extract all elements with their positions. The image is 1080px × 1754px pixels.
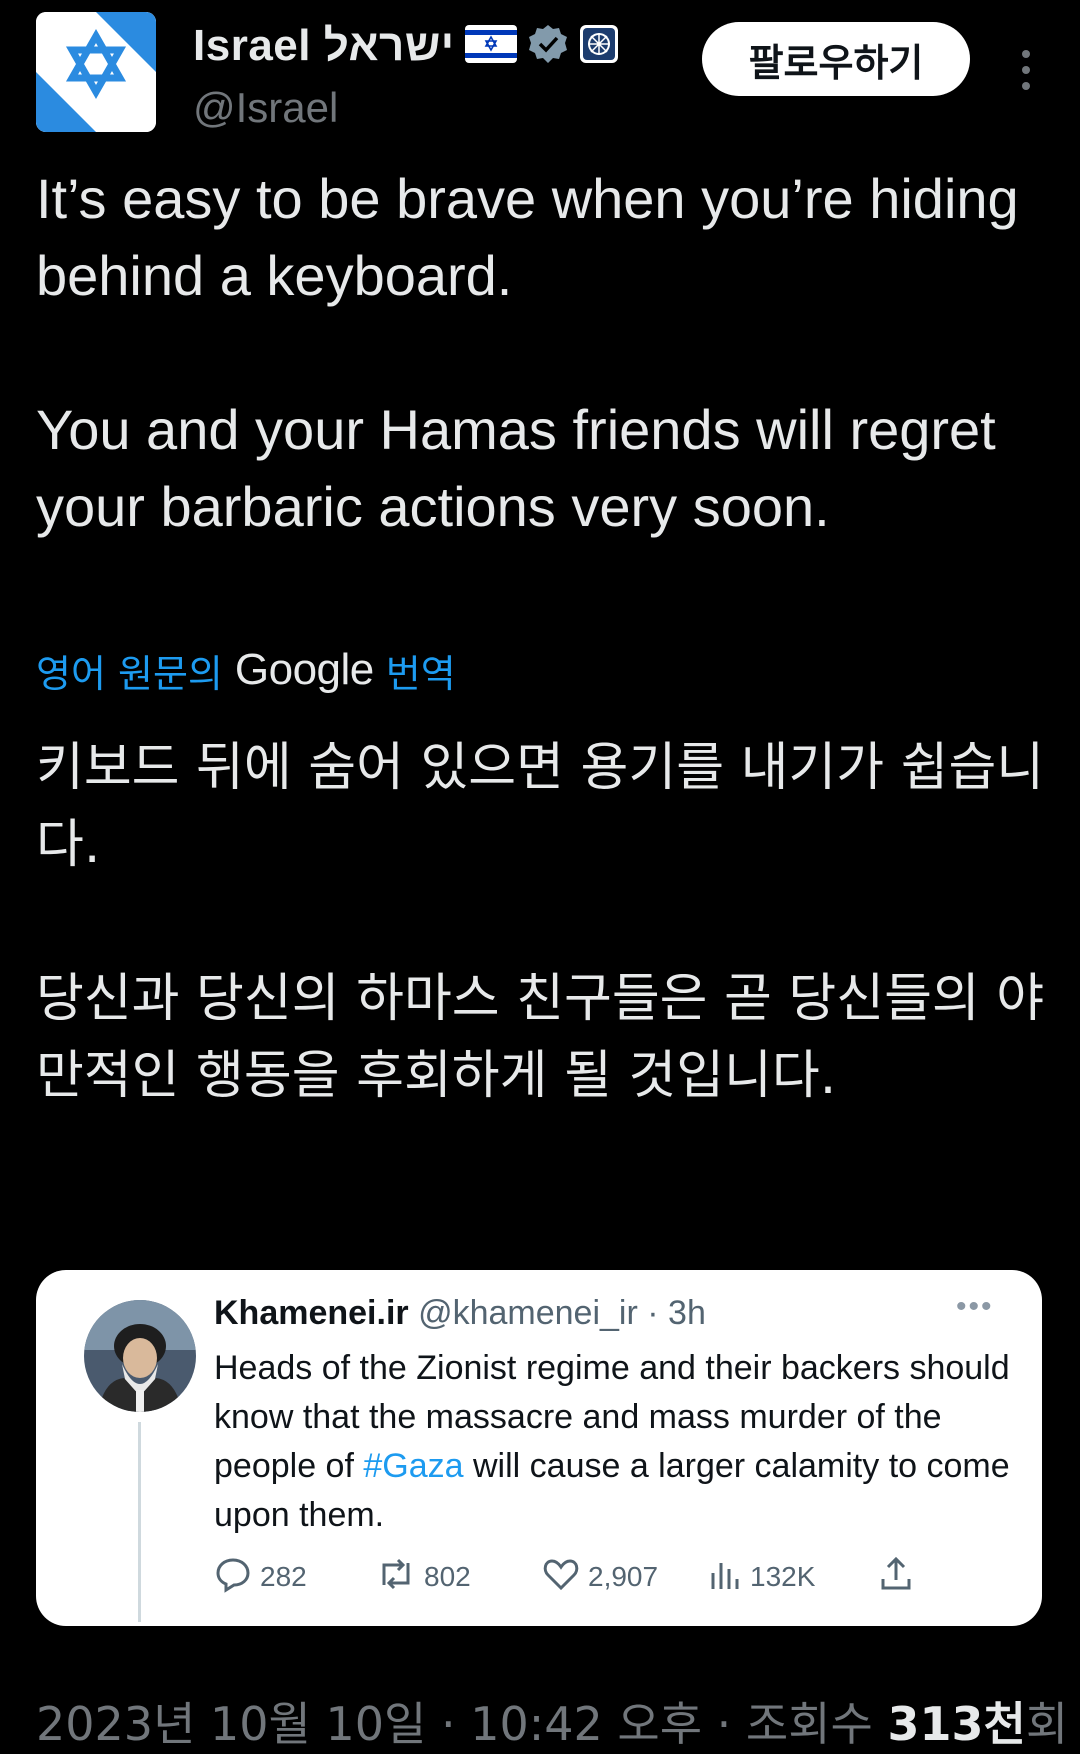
separator-dot: · xyxy=(716,1697,746,1751)
israel-flag-icon xyxy=(464,24,517,68)
reply-count: 282 xyxy=(260,1561,307,1592)
quoted-tweet-card[interactable]: Khamenei.ir @khamenei_ir · 3h ••• Heads … xyxy=(36,1270,1042,1626)
author-handle[interactable]: @Israel xyxy=(193,84,338,132)
reply-action[interactable]: 282 xyxy=(214,1552,307,1602)
translation-prefix: 영어 원문의 xyxy=(36,651,223,696)
views-action[interactable]: 132K xyxy=(708,1552,815,1602)
tweet-date: 2023년 10월 10일 xyxy=(36,1697,427,1751)
views-count: 132K xyxy=(750,1561,816,1592)
share-action[interactable] xyxy=(878,1552,914,1602)
separator-dot: · xyxy=(440,1697,471,1751)
heart-icon xyxy=(542,1555,580,1600)
tweet-paragraph: You and your Hamas friends will regret y… xyxy=(36,398,996,538)
views-label: 조회수 xyxy=(745,1697,873,1751)
tweet-time[interactable]: 10:42 오후 xyxy=(470,1697,702,1751)
tweet-text: It’s easy to be brave when you’re hiding… xyxy=(36,160,1046,545)
share-icon xyxy=(878,1555,914,1600)
analytics-icon xyxy=(708,1555,742,1600)
author-name-row: Israel ישראל xyxy=(193,18,619,74)
quoted-tweet-header: Khamenei.ir @khamenei_ir · 3h xyxy=(214,1294,706,1333)
like-action[interactable]: 2,907 xyxy=(542,1552,658,1602)
reply-icon xyxy=(214,1555,252,1600)
like-count: 2,907 xyxy=(588,1561,659,1592)
translated-text: 키보드 뒤에 숨어 있으면 용기를 내기가 쉽습니다. 당신과 당신의 하마스 … xyxy=(36,730,1046,1115)
more-options-icon[interactable] xyxy=(1011,40,1041,100)
author-display-name[interactable]: Israel ישראל xyxy=(193,21,455,71)
author-avatar[interactable] xyxy=(36,12,156,132)
government-affiliation-icon xyxy=(579,24,619,69)
thread-line xyxy=(138,1422,141,1622)
tweet-meta: 2023년 10월 10일 · 10:42 오후 · 조회수 313천회 xyxy=(36,1688,1068,1754)
quoted-tweet-actions: 282 802 2,907 132K xyxy=(214,1552,1034,1602)
views-total[interactable]: 313천 xyxy=(888,1697,1026,1751)
retweet-action[interactable]: 802 xyxy=(376,1552,471,1602)
quoted-author-name[interactable]: Khamenei.ir xyxy=(214,1294,409,1332)
translation-attribution[interactable]: 영어 원문의 Google 번역 xyxy=(36,640,456,700)
separator-dot: · xyxy=(647,1294,659,1332)
translated-paragraph: 당신과 당신의 하마스 친구들은 곧 당신들의 야만적인 행동을 후회하게 될 … xyxy=(36,969,1045,1106)
quoted-more-icon[interactable]: ••• xyxy=(956,1290,994,1324)
tweet-paragraph: It’s easy to be brave when you’re hiding… xyxy=(36,167,1019,307)
hashtag-link[interactable]: #Gaza xyxy=(363,1447,463,1485)
google-logo-text: Google xyxy=(234,645,374,694)
tweet-header: Israel ישראל @Israel 팔로우하기 xyxy=(36,12,1046,132)
retweet-icon xyxy=(376,1555,416,1600)
verified-badge-icon xyxy=(527,23,569,70)
translated-paragraph: 키보드 뒤에 숨어 있으면 용기를 내기가 쉽습니다. xyxy=(36,738,1045,875)
follow-button[interactable]: 팔로우하기 xyxy=(702,22,970,96)
quoted-tweet-text: Heads of the Zionist regime and their ba… xyxy=(214,1344,1014,1540)
retweet-count: 802 xyxy=(424,1561,471,1592)
translation-suffix: 번역 xyxy=(385,651,456,696)
quoted-tweet-time[interactable]: 3h xyxy=(668,1294,706,1332)
quoted-author-handle[interactable]: @khamenei_ir xyxy=(418,1294,638,1332)
views-unit: 회 xyxy=(1025,1697,1069,1751)
quoted-author-avatar[interactable] xyxy=(84,1300,196,1412)
